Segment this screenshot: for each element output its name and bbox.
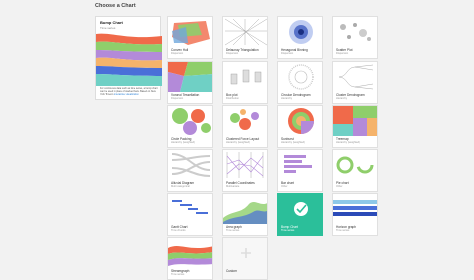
chart-card-category: Dispersion [281, 52, 294, 55]
chart-card-category: Other [281, 185, 288, 188]
chart-card-circular-dendrogram[interactable]: Circular Dendrogram Hierarchy [277, 61, 323, 104]
chart-card-category: Hierarchy (weighted) [336, 141, 360, 144]
bump-chart-preview [96, 33, 162, 86]
chart-card-category: Multivariate [226, 185, 240, 188]
chart-card-category: Other [336, 185, 343, 188]
chart-card-category: Distribution [226, 97, 239, 100]
area-graph-icon [223, 202, 267, 224]
chart-card-horizon[interactable]: Horizon graph Time series [332, 193, 378, 236]
chart-card-sunburst[interactable]: Sunburst Hierarchy (weighted) [277, 105, 323, 148]
chart-card-category: Dispersion [336, 52, 349, 55]
treemap-icon [333, 106, 377, 136]
circle-packing-icon [172, 108, 211, 135]
chart-card-category: Time series [171, 273, 185, 276]
chart-card-category: Time chunks [171, 229, 186, 232]
chart-card-streamgraph[interactable]: Streamgraph Time series [167, 237, 213, 280]
chart-card-category: Hierarchy (weighted) [171, 141, 195, 144]
chart-card-treemap[interactable]: Treemap Hierarchy (weighted) [332, 105, 378, 148]
chart-card-category: Time series [226, 229, 240, 232]
chart-card-category: Multi categorical [171, 185, 190, 188]
chart-card-category: Hierarchy [336, 97, 348, 100]
chart-card-category: Dispersion [171, 52, 184, 55]
chart-card-category: Time series [281, 229, 295, 232]
chart-card-category: Hierarchy (weighted) [226, 141, 250, 144]
chart-card-bar[interactable]: Bar chart Other [277, 149, 323, 192]
chart-card-category: Dispersion [171, 97, 184, 100]
chart-card-category: Dispersion [226, 52, 239, 55]
chart-card-bump[interactable]: Bump Chart Time series [277, 193, 323, 236]
selected-chart-panel: Bump Chart Time series For continuous da… [95, 16, 162, 100]
gantt-icon [172, 200, 208, 214]
chart-card-hexbin[interactable]: Hexagonal Binning Dispersion [277, 16, 323, 59]
check-icon [294, 202, 308, 216]
cluster-dendrogram-icon [338, 64, 374, 90]
chart-card-alluvial[interactable]: Alluvial Diagram Multi categorical [167, 149, 213, 192]
voronoi-icon [168, 62, 212, 92]
sunburst-icon [288, 108, 314, 134]
description-link[interactable]: interactive visualization [114, 93, 139, 96]
chart-card-clustered-force[interactable]: Clustered Force Layout Hierarchy (weighte… [222, 105, 268, 148]
chart-card-area[interactable]: Area graph Time series [222, 193, 268, 236]
chart-card-parallel[interactable]: Parallel Coordinates Multivariate [222, 149, 268, 192]
streamgraph-icon [168, 246, 212, 266]
hexbin-icon [289, 20, 313, 44]
convex-hull-icon [172, 21, 210, 45]
horizon-graph-icon [333, 200, 377, 216]
page-title: Choose a Chart [95, 3, 136, 9]
circular-dendrogram-icon [288, 64, 314, 90]
chart-card-voronoi[interactable]: Voronoi Tessellation Dispersion [167, 61, 213, 104]
chart-card-pie[interactable]: Pie chart Other [332, 149, 378, 192]
chart-card-boxplot[interactable]: Box plot Distribution [222, 61, 268, 104]
plus-icon [241, 248, 251, 258]
chart-card-category: Time series [336, 229, 350, 232]
chart-card-scatter[interactable]: Scatter Plot Dispersion [332, 16, 378, 59]
chart-card-category: Hierarchy [281, 97, 293, 100]
chart-card-name: Custom [226, 269, 237, 273]
chart-card-delaunay[interactable]: Delaunay Triangulation Dispersion [222, 16, 268, 59]
parallel-coordinates-icon [226, 152, 264, 178]
chart-card-gantt[interactable]: Gantt Chart Time chunks [167, 193, 213, 236]
chart-card-convex-hull[interactable]: Convex Hull Dispersion [167, 16, 213, 59]
selected-chart-description: For continuous data such as time series,… [100, 87, 158, 96]
selected-chart-title: Bump Chart [100, 20, 123, 25]
chart-card-circle-packing[interactable]: Circle Packing Hierarchy (weighted) [167, 105, 213, 148]
delaunay-icon [224, 18, 267, 46]
chart-card-category: Hierarchy (weighted) [281, 141, 305, 144]
scatter-icon [340, 23, 371, 41]
chart-card-custom[interactable]: Custom [222, 237, 268, 280]
bar-chart-icon [284, 155, 312, 173]
chart-card-cluster-dendrogram[interactable]: Cluster Dendrogram Hierarchy [332, 61, 378, 104]
pie-chart-icon [336, 156, 374, 174]
alluvial-icon [171, 153, 211, 177]
force-layout-icon [230, 109, 259, 130]
boxplot-icon [230, 69, 262, 85]
